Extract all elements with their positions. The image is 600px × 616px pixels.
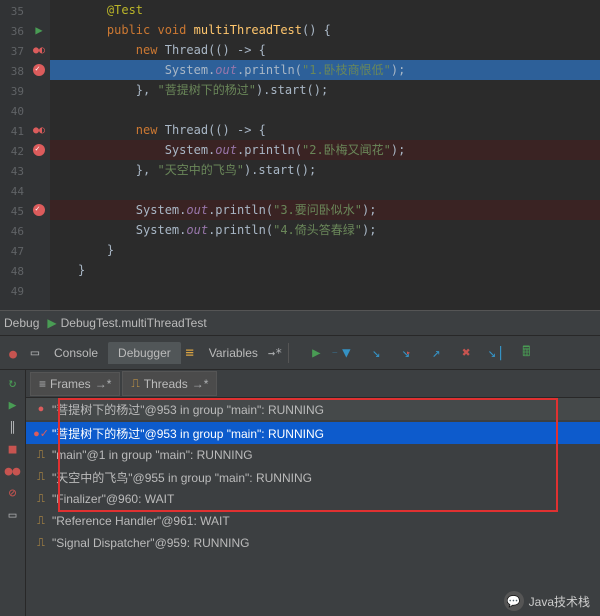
line-number-gutter: 353637383940414243444546474849 xyxy=(0,0,28,310)
code-line[interactable] xyxy=(50,280,600,300)
thread-row[interactable]: ⎍"Reference Handler"@961: WAIT xyxy=(26,510,600,532)
code-line[interactable]: System.out.println("1.卧枝商恨低"); xyxy=(50,60,600,80)
code-content[interactable]: @Test public void multiThreadTest() { ne… xyxy=(50,0,600,310)
rerun-icon[interactable]: ↻ xyxy=(4,374,22,392)
pause-icon[interactable]: ∥ xyxy=(4,418,22,436)
tab-frames[interactable]: ≡ Frames →* xyxy=(30,372,120,396)
wechat-icon: 💬 xyxy=(504,591,524,611)
drop-frame-icon[interactable]: ✖ xyxy=(457,344,475,362)
breakpoint-icon: ● xyxy=(34,402,48,416)
code-line[interactable]: System.out.println("3.要问卧似水"); xyxy=(50,200,600,220)
thread-selector[interactable]: ● "菩提树下的杨过"@953 in group "main": RUNNING xyxy=(26,398,600,420)
mute-breakpoints-icon[interactable]: ⊘ xyxy=(4,484,22,502)
current-thread-label: "菩提树下的杨过"@953 in group "main": RUNNING xyxy=(52,401,324,418)
step-out-icon[interactable]: ↗ xyxy=(427,344,445,362)
code-line[interactable] xyxy=(50,100,600,120)
code-line[interactable]: }, "天空中的飞鸟").start(); xyxy=(50,160,600,180)
evaluate-icon[interactable]: 🖩 xyxy=(517,344,535,362)
variables-icon[interactable]: ≡ xyxy=(181,344,199,362)
thread-row[interactable]: ⎍"Finalizer"@960: WAIT xyxy=(26,488,600,510)
step-toolbar: ▶ ▼_ ↘ ↘▸ ↗ ✖ ↘| 🖩 xyxy=(307,344,535,362)
layout-icon[interactable]: ▭ xyxy=(26,344,44,362)
step-into-icon[interactable]: ↘ xyxy=(367,344,385,362)
debug-run-icon: ▶ xyxy=(47,316,56,330)
watermark: 💬 Java技术栈 xyxy=(504,591,590,611)
thread-row[interactable]: ●✓"菩提树下的杨过"@953 in group "main": RUNNING xyxy=(26,422,600,444)
step-over-icon[interactable]: ▼_ xyxy=(337,344,355,362)
code-line[interactable]: new Thread(() -> { xyxy=(50,120,600,140)
tab-variables[interactable]: Variables xyxy=(199,342,268,364)
debug-side-toolbar: ↻ ▶ ∥ ■ ●● ⊘ ▭ xyxy=(0,370,26,616)
code-line[interactable]: } xyxy=(50,240,600,260)
debugger-toolbar: ● ▭ Console Debugger ≡ Variables →* ▶ ▼_… xyxy=(0,336,600,370)
threads-icon: ⎍ xyxy=(131,376,139,391)
stop-icon[interactable]: ● xyxy=(4,346,22,364)
resume-program-icon[interactable]: ▶ xyxy=(4,396,22,414)
code-line[interactable]: new Thread(() -> { xyxy=(50,40,600,60)
code-line[interactable]: System.out.println("4.倚头答春绿"); xyxy=(50,220,600,240)
thread-row[interactable]: ⎍"main"@1 in group "main": RUNNING xyxy=(26,444,600,466)
debug-label: Debug xyxy=(4,316,39,330)
stop-program-icon[interactable]: ■ xyxy=(4,440,22,458)
code-line[interactable]: public void multiThreadTest() { xyxy=(50,20,600,40)
thread-row[interactable]: ⎍"Signal Dispatcher"@959: RUNNING xyxy=(26,532,600,554)
threads-list[interactable]: ●✓"菩提树下的杨过"@953 in group "main": RUNNING… xyxy=(26,420,600,616)
code-line[interactable]: System.out.println("2.卧梅又闻花"); xyxy=(50,140,600,160)
code-line[interactable] xyxy=(50,180,600,200)
code-editor[interactable]: 353637383940414243444546474849 ▶●◐●◐ @Te… xyxy=(0,0,600,310)
tab-console[interactable]: Console xyxy=(44,342,108,364)
breakpoint-gutter[interactable]: ▶●◐●◐ xyxy=(28,0,50,310)
settings-icon[interactable]: ▭ xyxy=(4,506,22,524)
tab-debugger[interactable]: Debugger xyxy=(108,342,181,364)
force-step-into-icon[interactable]: ↘▸ xyxy=(397,344,415,362)
debug-config-name: DebugTest.multiThreadTest xyxy=(61,316,207,330)
resume-icon[interactable]: ▶ xyxy=(307,344,325,362)
debug-tool-window-header[interactable]: Debug ▶ DebugTest.multiThreadTest xyxy=(0,310,600,336)
breakpoints-icon[interactable]: ●● xyxy=(4,462,22,480)
code-line[interactable]: } xyxy=(50,260,600,280)
frames-icon: ≡ xyxy=(39,377,46,391)
code-line[interactable]: @Test xyxy=(50,0,600,20)
thread-row[interactable]: ⎍"天空中的飞鸟"@955 in group "main": RUNNING xyxy=(26,466,600,488)
frames-threads-tabs: ≡ Frames →* ⎍ Threads →* xyxy=(26,370,600,398)
code-line[interactable]: }, "菩提树下的杨过").start(); xyxy=(50,80,600,100)
tab-threads[interactable]: ⎍ Threads →* xyxy=(122,371,217,396)
run-to-cursor-icon[interactable]: ↘| xyxy=(487,344,505,362)
